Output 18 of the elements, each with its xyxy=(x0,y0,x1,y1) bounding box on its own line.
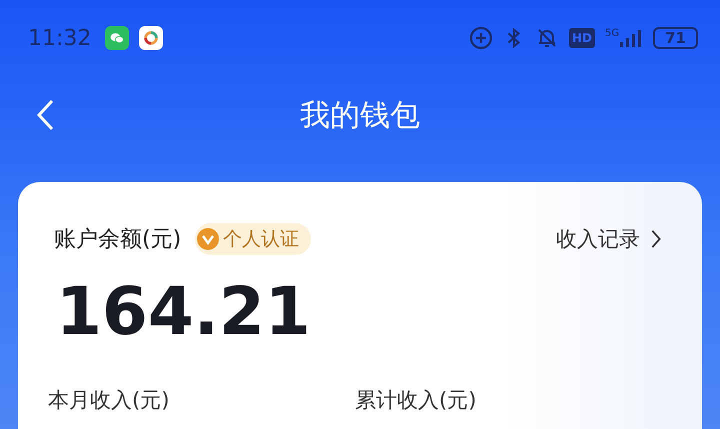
stat-label: 本月收入(元) xyxy=(48,387,170,414)
hd-badge: HD xyxy=(568,28,595,48)
badge-text: 个人认证 xyxy=(223,227,300,252)
page-title: 我的钱包 xyxy=(300,96,420,134)
battery-level: 71 xyxy=(653,27,698,49)
check-icon xyxy=(197,228,220,250)
network-label: 5G xyxy=(605,28,620,39)
signal-icon xyxy=(619,28,644,48)
status-time: 11:32 xyxy=(28,26,92,50)
chat-app-icon xyxy=(105,26,130,50)
chevron-right-icon xyxy=(650,229,662,249)
income-records-link[interactable]: 收入记录 xyxy=(556,225,662,253)
balance-amount: 164.21 xyxy=(55,272,312,352)
balance-label: 账户余额(元) xyxy=(54,226,182,254)
back-icon[interactable] xyxy=(36,99,56,131)
app-icon xyxy=(139,26,164,50)
plus-circle-icon xyxy=(468,26,493,50)
stat-label: 累计收入(元) xyxy=(355,387,478,414)
